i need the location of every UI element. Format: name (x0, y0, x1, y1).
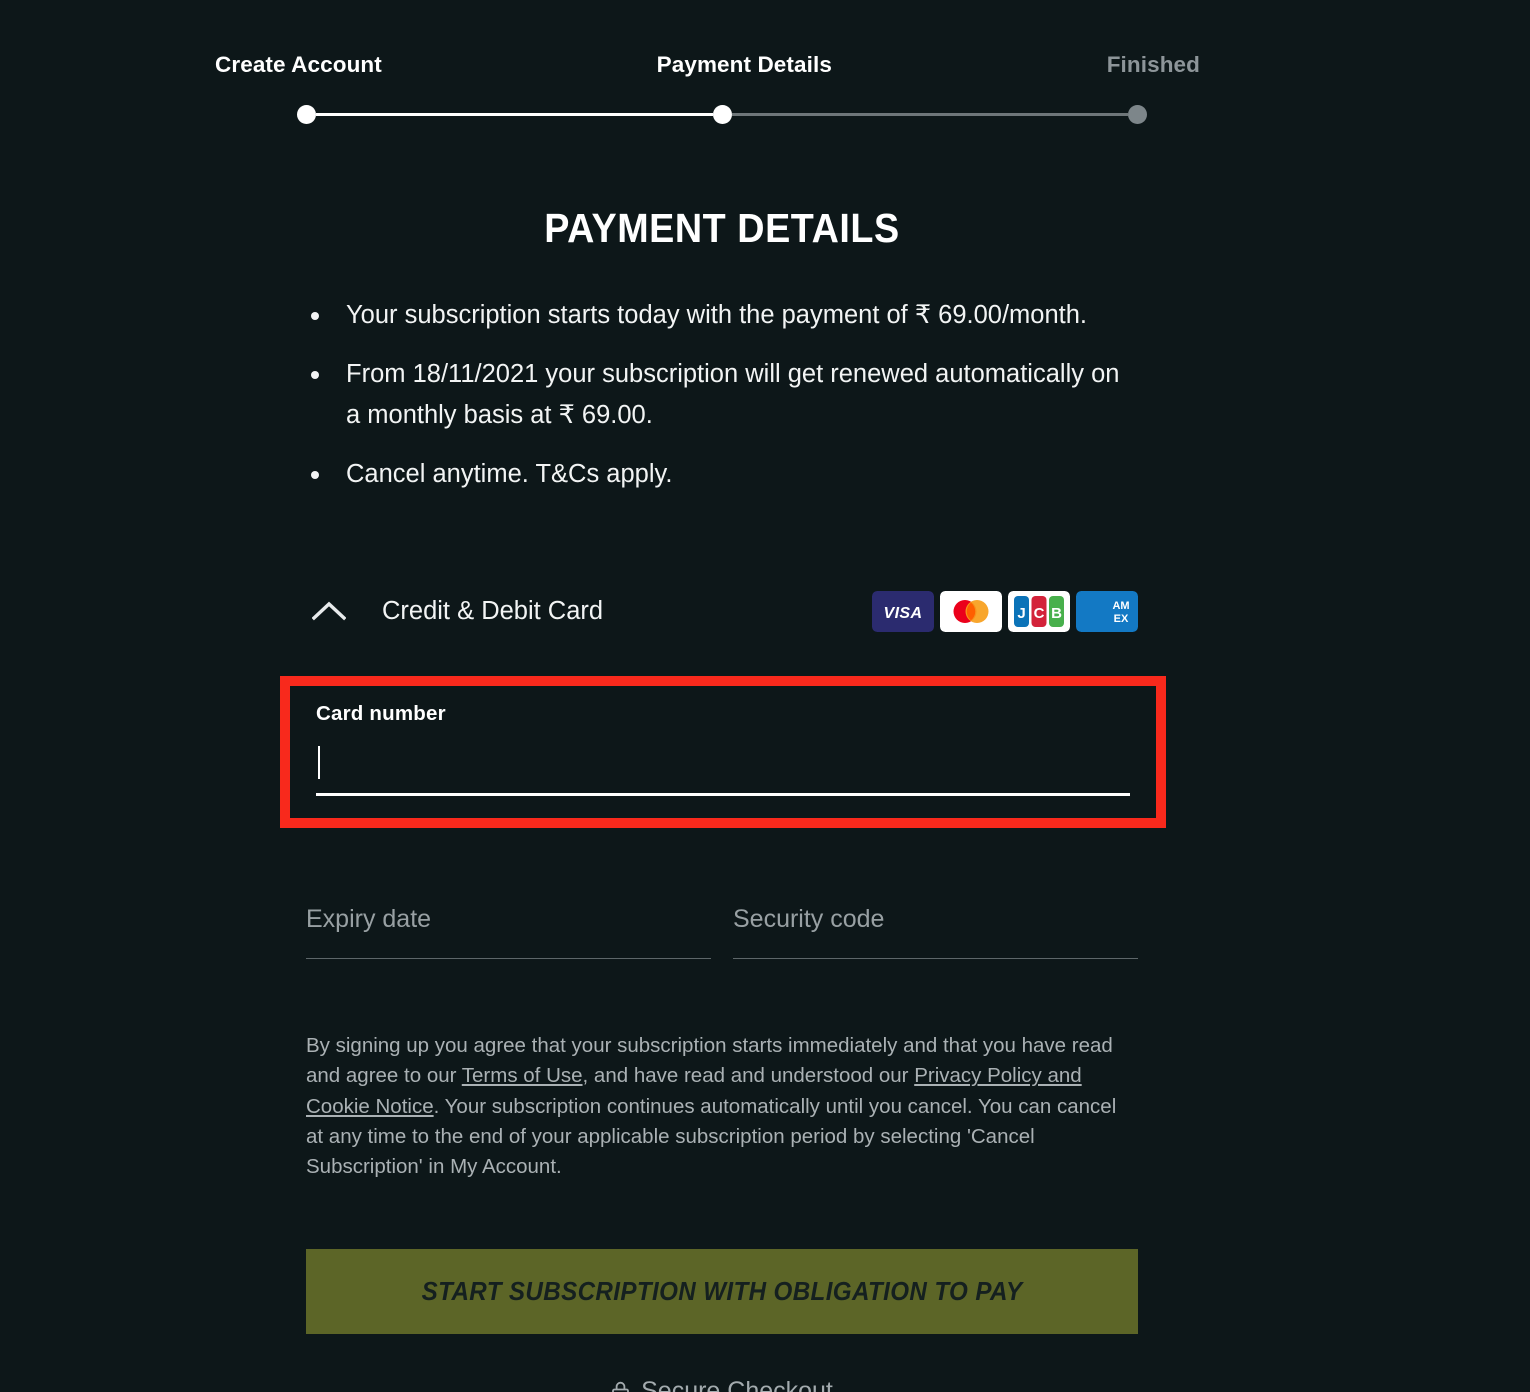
svg-text:VISA: VISA (884, 605, 923, 622)
visa-icon: VISA (872, 590, 934, 632)
start-subscription-button[interactable]: START SUBSCRIPTION WITH OBLIGATION TO PA… (306, 1248, 1138, 1334)
svg-text:J: J (1017, 605, 1025, 622)
security-code-underline (733, 958, 1138, 960)
list-item: Cancel anytime. T&Cs apply. (306, 454, 1138, 494)
card-number-highlight: Card number (280, 676, 1166, 829)
terms-of-use-link[interactable]: Terms of Use (462, 1064, 583, 1087)
card-extra-fields: Expiry date Security code (306, 905, 1138, 960)
card-number-label: Card number (316, 702, 446, 726)
legal-part-2: , and have read and understood our (582, 1064, 915, 1088)
expiry-date-underline (306, 958, 711, 960)
svg-text:C: C (1034, 605, 1045, 622)
subscription-terms-list: Your subscription starts today with the … (306, 295, 1138, 494)
svg-text:AM: AM (1112, 600, 1129, 612)
main-content: PAYMENT DETAILS Your subscription starts… (280, 0, 1166, 1392)
svg-text:EX: EX (1114, 613, 1129, 625)
expiry-date-field[interactable]: Expiry date (306, 905, 711, 960)
text-caret (318, 746, 320, 780)
secure-checkout: Secure Checkout (306, 1377, 1138, 1392)
card-number-input[interactable] (316, 742, 1130, 797)
expiry-date-label: Expiry date (306, 905, 432, 934)
payment-method-header[interactable]: Credit & Debit Card VISA J C B AM EX (306, 584, 1138, 638)
lock-icon (611, 1380, 630, 1392)
chevron-up-icon[interactable] (306, 588, 352, 634)
payment-method-label: Credit & Debit Card (382, 596, 604, 625)
svg-text:B: B (1051, 605, 1062, 622)
legal-text: By signing up you agree that your subscr… (306, 1031, 1134, 1183)
checkout-page: Create Account Payment Details Finished … (0, 0, 1530, 1392)
amex-icon: AM EX (1076, 590, 1138, 632)
security-code-field[interactable]: Security code (733, 905, 1138, 960)
mastercard-icon (940, 590, 1002, 632)
security-code-label: Security code (733, 905, 885, 934)
secure-checkout-label: Secure Checkout (641, 1376, 833, 1392)
list-item: Your subscription starts today with the … (306, 295, 1138, 335)
jcb-icon: J C B (1008, 590, 1070, 632)
page-title: PAYMENT DETAILS (544, 205, 900, 251)
start-subscription-label: START SUBSCRIPTION WITH OBLIGATION TO PA… (421, 1275, 1023, 1306)
card-brand-logos: VISA J C B AM EX (872, 590, 1138, 632)
list-item: From 18/11/2021 your subscription will g… (306, 354, 1138, 435)
